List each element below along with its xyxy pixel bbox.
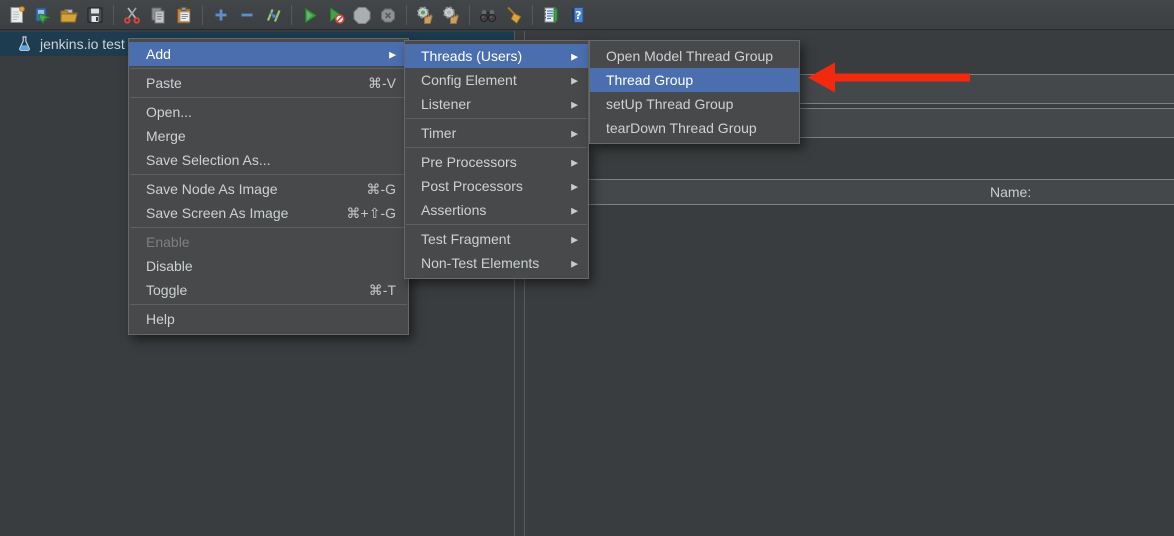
menu-item-help[interactable]: Help bbox=[129, 307, 408, 331]
test-plan-flask-icon bbox=[16, 35, 33, 53]
jmeter-window: ? jenkins.io test Name: Add ▶ Paste ⌘-V … bbox=[0, 0, 1174, 536]
menu-separator bbox=[406, 147, 587, 148]
toolbar-separator bbox=[532, 5, 533, 25]
save-icon[interactable] bbox=[82, 1, 108, 29]
menu-item-setup-thread-group[interactable]: setUp Thread Group bbox=[590, 92, 799, 116]
toolbar-separator bbox=[469, 5, 470, 25]
submenu-arrow-icon: ▶ bbox=[571, 157, 578, 168]
toolbar-separator bbox=[202, 5, 203, 25]
menu-item-open-model-thread-group[interactable]: Open Model Thread Group bbox=[590, 44, 799, 68]
start-no-pauses-icon[interactable] bbox=[323, 1, 349, 29]
add-submenu: Threads (Users) ▶ Config Element ▶ Liste… bbox=[404, 40, 589, 279]
toolbar-separator bbox=[291, 5, 292, 25]
menu-item-enable: Enable bbox=[129, 230, 408, 254]
menu-item-disable[interactable]: Disable bbox=[129, 254, 408, 278]
menu-item-add[interactable]: Add ▶ bbox=[129, 42, 408, 66]
shortcut-label: ⌘-V bbox=[368, 75, 396, 92]
menu-item-toggle[interactable]: Toggle ⌘-T bbox=[129, 278, 408, 302]
menu-item-teardown-thread-group[interactable]: tearDown Thread Group bbox=[590, 116, 799, 140]
menu-separator bbox=[130, 68, 407, 69]
remote-shutdown-all-icon[interactable] bbox=[438, 1, 464, 29]
open-file-icon[interactable] bbox=[56, 1, 82, 29]
clear-search-icon[interactable] bbox=[501, 1, 527, 29]
shortcut-label: ⌘+⇧-G bbox=[347, 205, 396, 222]
submenu-arrow-icon: ▶ bbox=[571, 75, 578, 86]
templates-icon[interactable] bbox=[30, 1, 56, 29]
menu-item-timer[interactable]: Timer ▶ bbox=[405, 121, 588, 145]
toolbar-separator bbox=[113, 5, 114, 25]
help-icon[interactable]: ? bbox=[564, 1, 590, 29]
menu-item-open[interactable]: Open... bbox=[129, 100, 408, 124]
submenu-arrow-icon: ▶ bbox=[571, 181, 578, 192]
context-menu: Add ▶ Paste ⌘-V Open... Merge Save Selec… bbox=[128, 38, 409, 335]
menu-item-pre-processors[interactable]: Pre Processors ▶ bbox=[405, 150, 588, 174]
red-arrow-annotation bbox=[806, 60, 972, 96]
menu-item-merge[interactable]: Merge bbox=[129, 124, 408, 148]
cut-icon[interactable] bbox=[119, 1, 145, 29]
shortcut-label: ⌘-T bbox=[369, 282, 396, 299]
submenu-arrow-icon: ▶ bbox=[571, 99, 578, 110]
menu-separator bbox=[130, 304, 407, 305]
menu-item-listener[interactable]: Listener ▶ bbox=[405, 92, 588, 116]
new-file-icon[interactable] bbox=[4, 1, 30, 29]
menu-item-test-fragment[interactable]: Test Fragment ▶ bbox=[405, 227, 588, 251]
submenu-arrow-icon: ▶ bbox=[571, 234, 578, 245]
menu-item-save-selection-as[interactable]: Save Selection As... bbox=[129, 148, 408, 172]
expand-all-icon[interactable] bbox=[208, 1, 234, 29]
copy-icon[interactable] bbox=[145, 1, 171, 29]
remote-start-all-icon[interactable] bbox=[412, 1, 438, 29]
form-row-name: Name: bbox=[534, 179, 1174, 205]
menu-item-save-node-as-image[interactable]: Save Node As Image ⌘-G bbox=[129, 177, 408, 201]
submenu-arrow-icon: ▶ bbox=[389, 49, 396, 60]
threads-submenu: Open Model Thread Group Thread Group set… bbox=[589, 40, 800, 144]
toolbar-separator bbox=[406, 5, 407, 25]
shortcut-label: ⌘-G bbox=[366, 181, 396, 198]
menu-item-non-test-elements[interactable]: Non-Test Elements ▶ bbox=[405, 251, 588, 275]
menu-item-paste[interactable]: Paste ⌘-V bbox=[129, 71, 408, 95]
paste-icon[interactable] bbox=[171, 1, 197, 29]
menu-item-save-screen-as-image[interactable]: Save Screen As Image ⌘+⇧-G bbox=[129, 201, 408, 225]
collapse-all-icon[interactable] bbox=[234, 1, 260, 29]
menu-separator bbox=[130, 227, 407, 228]
menu-item-threads-users[interactable]: Threads (Users) ▶ bbox=[405, 44, 588, 68]
shutdown-icon[interactable] bbox=[375, 1, 401, 29]
tree-item-label: jenkins.io test bbox=[40, 36, 125, 52]
submenu-arrow-icon: ▶ bbox=[571, 205, 578, 216]
menu-item-assertions[interactable]: Assertions ▶ bbox=[405, 198, 588, 222]
menu-separator bbox=[130, 174, 407, 175]
menu-item-thread-group[interactable]: Thread Group bbox=[590, 68, 799, 92]
menu-separator bbox=[130, 97, 407, 98]
menu-separator bbox=[406, 118, 587, 119]
submenu-arrow-icon: ▶ bbox=[571, 258, 578, 269]
toggle-icon[interactable] bbox=[260, 1, 286, 29]
search-icon[interactable] bbox=[475, 1, 501, 29]
toolbar: ? bbox=[0, 0, 1174, 30]
menu-item-post-processors[interactable]: Post Processors ▶ bbox=[405, 174, 588, 198]
start-icon[interactable] bbox=[297, 1, 323, 29]
submenu-arrow-icon: ▶ bbox=[571, 128, 578, 139]
name-field-label: Name: bbox=[990, 180, 1031, 204]
submenu-arrow-icon: ▶ bbox=[571, 51, 578, 62]
menu-item-config-element[interactable]: Config Element ▶ bbox=[405, 68, 588, 92]
menu-separator bbox=[406, 224, 587, 225]
function-helper-icon[interactable] bbox=[538, 1, 564, 29]
svg-text:?: ? bbox=[575, 9, 581, 22]
stop-icon[interactable] bbox=[349, 1, 375, 29]
